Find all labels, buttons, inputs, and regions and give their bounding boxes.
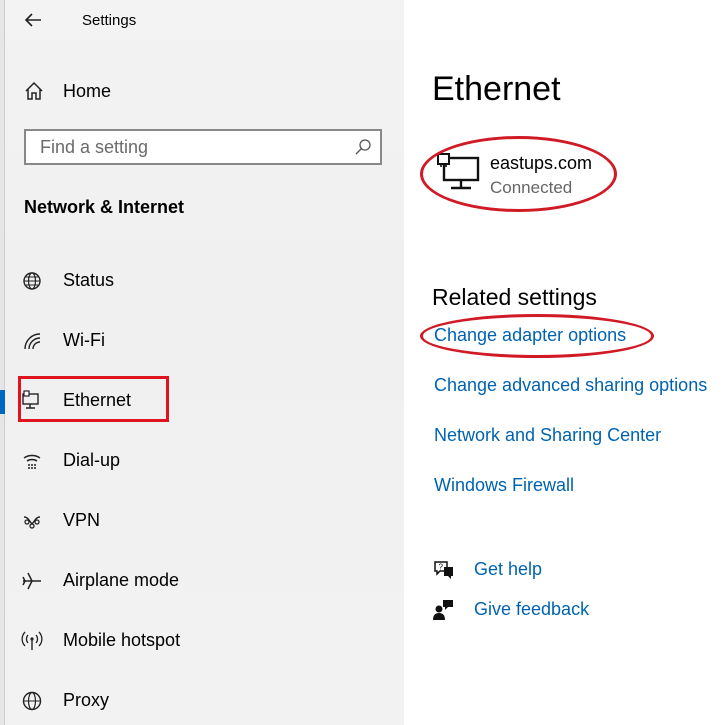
sidebar-item-dialup[interactable]: Dial-up xyxy=(5,439,404,483)
feedback-person-icon xyxy=(433,600,453,620)
sidebar-item-label: VPN xyxy=(63,510,101,530)
connection-name: eastups.com xyxy=(490,153,593,173)
search-input[interactable] xyxy=(26,131,374,163)
airplane-icon xyxy=(22,572,41,590)
sidebar-item-label: Dial-up xyxy=(63,450,121,470)
page-title: Ethernet xyxy=(432,70,561,108)
sidebar-item-proxy[interactable]: Proxy xyxy=(5,679,404,723)
proxy-globe-icon xyxy=(22,691,42,711)
sidebar-item-ethernet[interactable]: Ethernet xyxy=(0,379,404,423)
home-label: Home xyxy=(63,81,112,101)
search-icon[interactable] xyxy=(354,138,372,156)
get-help-label: Get help xyxy=(474,559,543,579)
sidebar-item-label: Status xyxy=(63,270,115,290)
sidebar-item-label: Ethernet xyxy=(63,390,132,410)
sidebar-item-vpn[interactable]: VPN xyxy=(5,499,404,543)
give-feedback-label: Give feedback xyxy=(474,599,590,619)
connection-item[interactable]: eastups.com Connected xyxy=(436,150,686,206)
dialup-icon xyxy=(23,454,41,469)
app-title: Settings xyxy=(82,12,137,29)
link-network-and-sharing-center[interactable]: Network and Sharing Center xyxy=(434,425,661,446)
sidebar-item-wifi[interactable]: Wi-Fi xyxy=(5,319,404,363)
vpn-icon xyxy=(23,516,41,529)
link-windows-firewall[interactable]: Windows Firewall xyxy=(434,475,574,496)
get-help-link[interactable]: ? Get help xyxy=(432,556,712,586)
give-feedback-link[interactable]: Give feedback xyxy=(432,596,712,626)
sidebar: Settings Home Network & Internet Status … xyxy=(0,0,404,725)
link-change-advanced-sharing-options[interactable]: Change advanced sharing options xyxy=(434,375,707,396)
sidebar-item-label: Airplane mode xyxy=(63,570,180,590)
main-content: Ethernet eastups.com Connected Related s… xyxy=(404,0,721,725)
sidebar-item-label: Wi-Fi xyxy=(63,330,105,350)
back-arrow-icon xyxy=(24,13,41,27)
search-box xyxy=(24,129,382,165)
sidebar-item-mobile-hotspot[interactable]: Mobile hotspot xyxy=(5,619,404,663)
title-bar: Settings xyxy=(5,0,404,40)
sidebar-item-label: Mobile hotspot xyxy=(63,630,181,650)
home-icon xyxy=(25,81,43,100)
globe-icon xyxy=(23,272,41,290)
network-computer-icon xyxy=(437,153,480,190)
help-chat-icon: ? xyxy=(434,561,453,579)
svg-text:?: ? xyxy=(439,563,444,572)
sidebar-item-status[interactable]: Status xyxy=(5,259,404,303)
related-settings-heading: Related settings xyxy=(432,284,597,310)
wifi-icon xyxy=(24,333,41,350)
section-title: Network & Internet xyxy=(24,197,185,217)
sidebar-item-airplane-mode[interactable]: Airplane mode xyxy=(5,559,404,603)
back-button[interactable] xyxy=(19,8,47,32)
hotspot-icon xyxy=(21,631,43,650)
link-change-adapter-options[interactable]: Change adapter options xyxy=(434,325,626,346)
connection-status: Connected xyxy=(490,178,573,197)
sidebar-item-home[interactable]: Home xyxy=(5,70,404,112)
ethernet-icon xyxy=(22,390,39,409)
sidebar-item-label: Proxy xyxy=(63,690,110,710)
